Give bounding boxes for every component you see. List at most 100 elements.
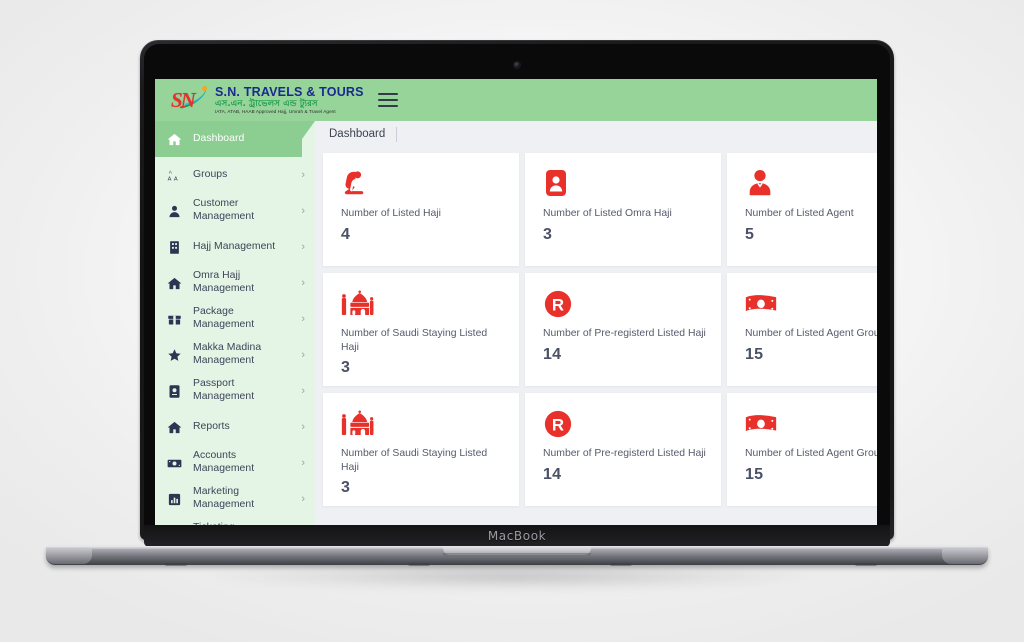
chevron-right-icon: › <box>301 420 305 433</box>
banknote-icon <box>745 409 877 439</box>
stat-card[interactable]: Number of Listed Omra Haji 3 <box>525 153 721 266</box>
sidebar-item-groups[interactable]: A A A Groups › <box>155 157 315 193</box>
sidebar-item-package-management[interactable]: Package Management › <box>155 301 315 337</box>
laptop-base-left <box>46 547 92 564</box>
brand-name: S.N. TRAVELS & TOURS <box>215 84 364 99</box>
sidebar-item-passport-management[interactable]: Passport Management › <box>155 373 315 409</box>
dashboard-content: Number of Listed Haji 4 Number of Listed O… <box>315 147 877 525</box>
banknote-icon <box>745 289 877 319</box>
stat-card[interactable]: Number of Listed Agent Group 15 <box>727 273 877 386</box>
sidebar-item-label: Package Management <box>193 306 255 330</box>
sidebar-item-accounts-management[interactable]: Accounts Management › <box>155 445 315 481</box>
app-header: SN S.N. TRAVELS & TOURS এস.এন. ট্রাভেলস … <box>155 79 877 121</box>
sidebar-item-label: Customer Management <box>193 198 255 222</box>
stat-card[interactable]: R Number of Pre-registerd Listed Haji 14 <box>525 273 721 386</box>
sidebar-item-hajj-management[interactable]: Hajj Management › <box>155 229 315 265</box>
mosque-icon <box>341 289 505 319</box>
stat-card-value: 15 <box>745 345 764 363</box>
sidebar-item-dashboard[interactable]: Dashboard <box>155 121 315 193</box>
laptop-screen: SN S.N. TRAVELS & TOURS এস.এন. ট্রাভেলস … <box>155 79 877 525</box>
stat-card-value: 3 <box>543 225 553 243</box>
stat-card-value: 3 <box>341 479 351 496</box>
chevron-right-icon: › <box>301 384 305 397</box>
sidebar-item-ticketing-management[interactable]: Ticketing Management <box>155 517 315 525</box>
chevron-right-icon: › <box>301 348 305 361</box>
sidebar-item-label: Accounts Management <box>193 450 255 474</box>
stat-card-value: 14 <box>543 345 562 363</box>
sidebar-item-customer-management[interactable]: Customer Management › <box>155 193 315 229</box>
stat-card-value: 14 <box>543 465 562 483</box>
sidebar-item-label: Passport Management <box>193 378 255 402</box>
package-icon <box>167 312 184 327</box>
sidebar-item-makka-madina-management[interactable]: Makka Madina Management › <box>155 337 315 373</box>
brand-name-bengali: এস.এন. ট্রাভেলস এন্ড ট্যুরস <box>215 98 318 109</box>
agent-person-icon <box>745 169 877 199</box>
stat-card-title: Number of Pre-registerd Listed Haji <box>543 448 706 459</box>
breadcrumb-current: Dashboard <box>329 128 386 140</box>
sidebar-item-label: Makka Madina Management <box>193 342 262 366</box>
screen-chin: MacBook <box>144 525 890 547</box>
stat-card-title: Number of Saudi Staying Listed Haji <box>341 448 488 473</box>
macbook-wordmark: MacBook <box>487 529 547 543</box>
laptop-foot-left <box>165 563 187 566</box>
hamburger-icon[interactable] <box>377 92 398 108</box>
stat-card[interactable]: Number of Listed Agent Group 15 <box>727 393 877 506</box>
stat-card-title: Number of Listed Agent <box>745 208 854 219</box>
chevron-right-icon: › <box>301 204 305 217</box>
sidebar-item-label: Hajj Management <box>193 240 276 252</box>
breadcrumb: Dashboard <box>315 121 877 147</box>
chart-icon <box>167 492 184 507</box>
svg-text:R: R <box>552 296 564 315</box>
stat-card-value: 15 <box>745 465 764 483</box>
home-icon <box>167 276 184 291</box>
svg-text:A: A <box>169 169 172 174</box>
stat-card[interactable]: Number of Listed Agent 5 <box>727 153 877 266</box>
stat-card-title: Number of Listed Omra Haji <box>543 208 672 219</box>
chevron-right-icon: › <box>301 168 305 181</box>
sn-logo-icon: SN <box>169 81 211 115</box>
mosque-icon <box>341 409 505 439</box>
sidebar-item-omra-hajj-management[interactable]: Omra Hajj Management › <box>155 265 315 301</box>
r-badge-icon: R <box>543 289 707 319</box>
laptop-foot-mid <box>408 563 430 566</box>
stat-card-title: Number of Listed Agent Group <box>745 448 877 459</box>
stat-card-value: 3 <box>341 359 351 376</box>
r-badge-icon: R <box>543 409 707 439</box>
stat-card[interactable]: Number of Listed Haji 4 <box>323 153 519 266</box>
laptop-foot-mid2 <box>610 563 632 566</box>
stat-card-value: 5 <box>745 225 755 243</box>
stat-card[interactable]: Number of Saudi Staying Listed Haji 3 <box>323 273 519 386</box>
home-icon <box>167 132 184 147</box>
webcam-icon <box>514 62 520 68</box>
sidebar-item-label: Dashboard <box>193 132 245 144</box>
stat-card-title: Number of Listed Haji <box>341 208 441 219</box>
home-icon <box>167 420 184 435</box>
praying-person-icon <box>341 169 505 199</box>
sidebar-item-label: Omra Hajj Management <box>193 270 255 294</box>
stat-card-title: Number of Pre-registerd Listed Haji <box>543 328 706 339</box>
sidebar-item-marketing-management[interactable]: Marketing Management › <box>155 481 315 517</box>
stat-card[interactable]: Number of Saudi Staying Listed Haji 3 <box>323 393 519 506</box>
id-card-icon <box>543 169 707 199</box>
chevron-right-icon: › <box>301 312 305 325</box>
stat-card-title: Number of Listed Agent Group <box>745 328 877 339</box>
stat-card-value: 4 <box>341 225 351 243</box>
sidebar-navigation[interactable]: Dashboard A A A Groups › Customer Management › H… <box>155 121 315 525</box>
money-icon <box>167 456 184 471</box>
sidebar-item-label: Reports <box>193 420 230 432</box>
star-icon <box>167 348 184 363</box>
laptop-notch-shadow <box>443 553 591 557</box>
logo-initials: SN <box>171 88 196 112</box>
chevron-right-icon: › <box>301 492 305 505</box>
sidebar-item-label: Marketing Management <box>193 486 255 510</box>
stat-card[interactable]: R Number of Pre-registerd Listed Haji 14 <box>525 393 721 506</box>
user-icon <box>167 204 184 219</box>
sidebar-item-label: Groups <box>193 168 228 180</box>
stat-card-grid: Number of Listed Haji 4 Number of Listed O… <box>315 147 877 513</box>
svg-text:R: R <box>552 416 564 435</box>
sidebar-item-reports[interactable]: Reports › <box>155 409 315 445</box>
svg-text:A: A <box>174 176 178 182</box>
brand-logo[interactable]: SN S.N. TRAVELS & TOURS এস.এন. ট্রাভেলস … <box>169 81 364 115</box>
web-application: SN S.N. TRAVELS & TOURS এস.এন. ট্রাভেলস … <box>155 79 877 525</box>
groups-icon: AAA <box>167 168 184 183</box>
